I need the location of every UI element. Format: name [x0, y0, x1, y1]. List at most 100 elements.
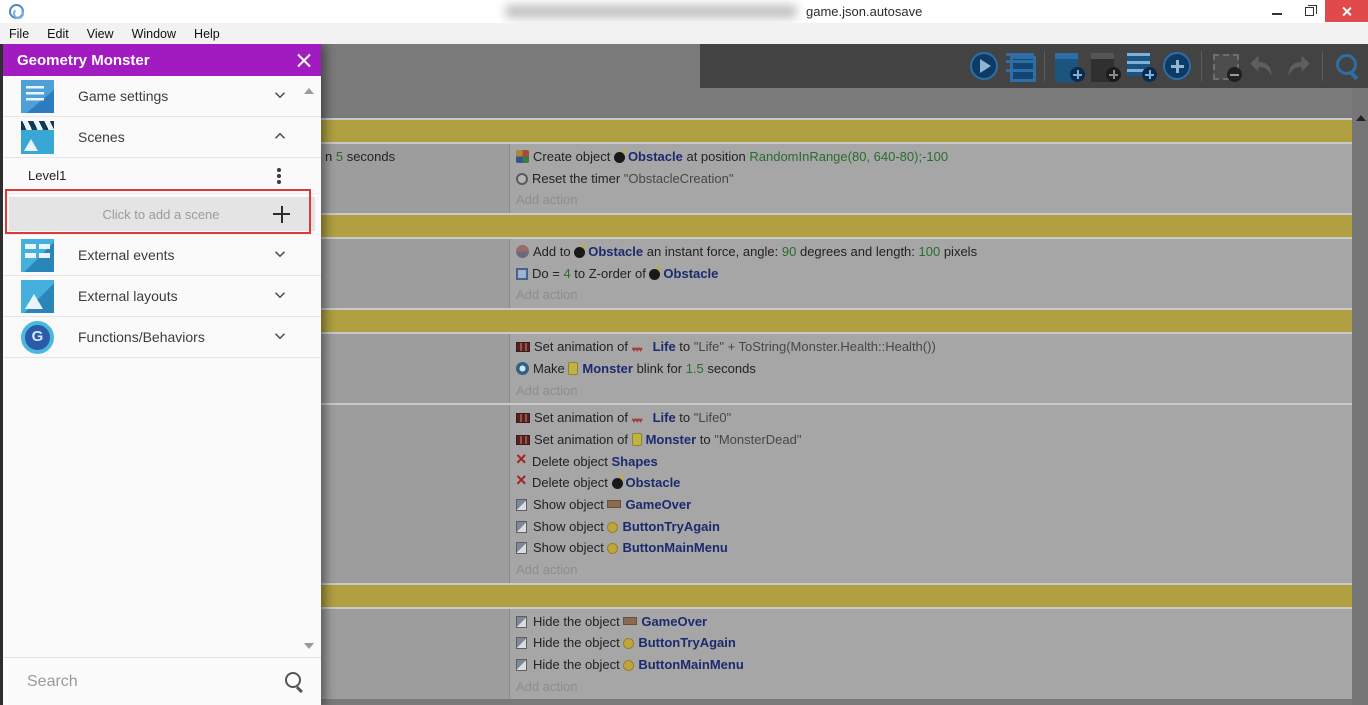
event-row: Set animation of Life to "Life0"Set anim… — [321, 403, 1352, 583]
event-action[interactable]: Delete object Obstacle — [516, 472, 1352, 494]
action-text: seconds — [703, 360, 756, 376]
events-list: n 5 seconds Create object Obstacle at pos… — [321, 118, 1352, 700]
menu-file[interactable]: File — [0, 27, 38, 41]
preview-play-icon[interactable] — [969, 51, 999, 81]
events-sheet-scrollbar[interactable] — [1352, 88, 1368, 705]
add-subevent-icon[interactable] — [1090, 51, 1121, 82]
expression-value: RandomInRange(80, 640-80);-100 — [749, 149, 949, 164]
close-project-manager-button[interactable] — [287, 44, 321, 76]
add-scene-button[interactable]: Click to add a scene — [9, 197, 315, 231]
event-action[interactable]: Do = 4 to Z-order of Obstacle — [516, 263, 1352, 285]
event-action[interactable]: Hide the object ButtonMainMenu — [516, 654, 1352, 676]
event-action[interactable]: Show object ButtonMainMenu — [516, 537, 1352, 559]
event-action[interactable]: Hide the object ButtonTryAgain — [516, 632, 1352, 654]
scroll-up-icon[interactable] — [1356, 115, 1366, 121]
comment-bar[interactable] — [321, 308, 1352, 333]
redo-icon[interactable] — [1283, 51, 1313, 81]
actions-cell: Create object Obstacle at position Rando… — [510, 144, 1352, 214]
event-action[interactable]: Show object GameOver — [516, 494, 1352, 516]
object-name: Shapes — [611, 453, 658, 469]
event-action[interactable]: Make Monster blink for 1.5 seconds — [516, 358, 1352, 380]
delete-event-icon[interactable] — [1211, 51, 1242, 82]
conditions-cell[interactable] — [321, 608, 510, 700]
add-action-link[interactable]: Add action — [516, 676, 1352, 698]
bomb-icon — [649, 265, 662, 280]
comment-bar[interactable] — [321, 582, 1352, 607]
scene-item-level1[interactable]: Level1 — [3, 158, 321, 194]
scene-options-kebab-icon[interactable] — [277, 166, 281, 186]
action-text: Show object — [533, 540, 608, 556]
drawer-scroll-up-icon[interactable] — [304, 88, 314, 94]
project-manager-drawer: Geometry Monster Game settings Scenes Le… — [0, 44, 321, 705]
event-action[interactable]: Set animation of Life to "Life" + ToStri… — [516, 336, 1352, 358]
add-action-link[interactable]: Add action — [516, 189, 1352, 211]
comment-bar[interactable] — [321, 118, 1352, 142]
window-title: game.json.autosave — [806, 4, 923, 19]
action-text: to — [675, 339, 694, 355]
event-action[interactable]: Add to Obstacle an instant force, angle:… — [516, 241, 1352, 263]
maximize-button[interactable] — [1293, 0, 1325, 22]
toolbar-separator — [1322, 51, 1323, 81]
add-comment-icon[interactable] — [1126, 51, 1157, 82]
yellow-button-icon — [623, 660, 635, 672]
zorder-icon — [516, 267, 528, 280]
comment-bar[interactable] — [321, 213, 1352, 238]
sidebar-item-scenes[interactable]: Scenes — [3, 117, 321, 158]
visibility-icon — [516, 520, 527, 533]
object-name: Monster — [582, 360, 633, 376]
menu-window[interactable]: Window — [123, 27, 185, 41]
external-events-icon — [21, 238, 54, 272]
object-name: GameOver — [641, 613, 708, 629]
conditions-cell[interactable]: n 5 seconds — [321, 144, 510, 214]
action-text: Show object — [533, 496, 608, 512]
yellow-button-icon — [607, 521, 619, 533]
sidebar-item-external-layouts[interactable]: External layouts — [3, 276, 321, 317]
add-scene-label: Click to add a scene — [102, 206, 220, 222]
monster-icon — [631, 432, 642, 446]
create-object-icon — [516, 150, 529, 163]
sidebar-item-game-settings[interactable]: Game settings — [3, 76, 321, 117]
action-text: Hide the object — [533, 613, 624, 629]
chevron-down-icon — [271, 245, 289, 266]
chevron-up-icon — [271, 127, 289, 148]
conditions-cell[interactable] — [321, 405, 510, 583]
functions-behaviors-icon — [21, 320, 54, 354]
yellow-button-icon — [623, 638, 635, 650]
add-action-link[interactable]: Add action — [516, 380, 1352, 402]
delete-icon — [516, 451, 528, 468]
menu-help[interactable]: Help — [185, 27, 229, 41]
event-action[interactable]: Reset the timer "ObstacleCreation" — [516, 168, 1352, 190]
events-sheet-top-margin — [321, 88, 1352, 118]
add-event-dialog-icon[interactable] — [1162, 51, 1192, 81]
close-window-button[interactable] — [1325, 0, 1368, 22]
add-event-icon[interactable] — [1054, 51, 1085, 82]
add-action-link[interactable]: Add action — [516, 559, 1352, 581]
event-action[interactable]: Create object Obstacle at position Rando… — [516, 146, 1352, 168]
conditions-cell[interactable] — [321, 239, 510, 309]
event-action[interactable]: Set animation of Monster to "MonsterDead… — [516, 429, 1352, 451]
conditions-cell[interactable] — [321, 334, 510, 404]
minimize-button[interactable] — [1261, 0, 1293, 22]
event-action[interactable]: Delete object Shapes — [516, 451, 1352, 473]
event-condition[interactable]: n 5 seconds — [325, 146, 509, 168]
scenes-icon — [21, 120, 54, 154]
menu-view[interactable]: View — [78, 27, 123, 41]
sidebar-item-functions-behaviors[interactable]: Functions/Behaviors — [3, 317, 321, 358]
action-text: Do = — [532, 265, 564, 281]
search-events-icon[interactable] — [1332, 51, 1362, 81]
search-input[interactable] — [27, 672, 283, 691]
add-action-link[interactable]: Add action — [516, 284, 1352, 306]
hearts-icon — [632, 339, 649, 358]
action-text: Delete object — [532, 475, 612, 491]
drawer-scroll-down-icon[interactable] — [304, 643, 314, 649]
object-name: GameOver — [625, 496, 692, 512]
sidebar-item-external-events[interactable]: External events — [3, 235, 321, 276]
event-action[interactable]: Set animation of Life to "Life0" — [516, 407, 1352, 429]
action-text: Reset the timer — [532, 170, 624, 186]
undo-icon[interactable] — [1247, 51, 1277, 81]
action-text: seconds — [343, 149, 396, 164]
menu-edit[interactable]: Edit — [38, 27, 78, 41]
event-action[interactable]: Show object ButtonTryAgain — [516, 516, 1352, 538]
event-action[interactable]: Hide the object GameOver — [516, 611, 1352, 633]
debug-icon[interactable] — [1005, 51, 1036, 82]
